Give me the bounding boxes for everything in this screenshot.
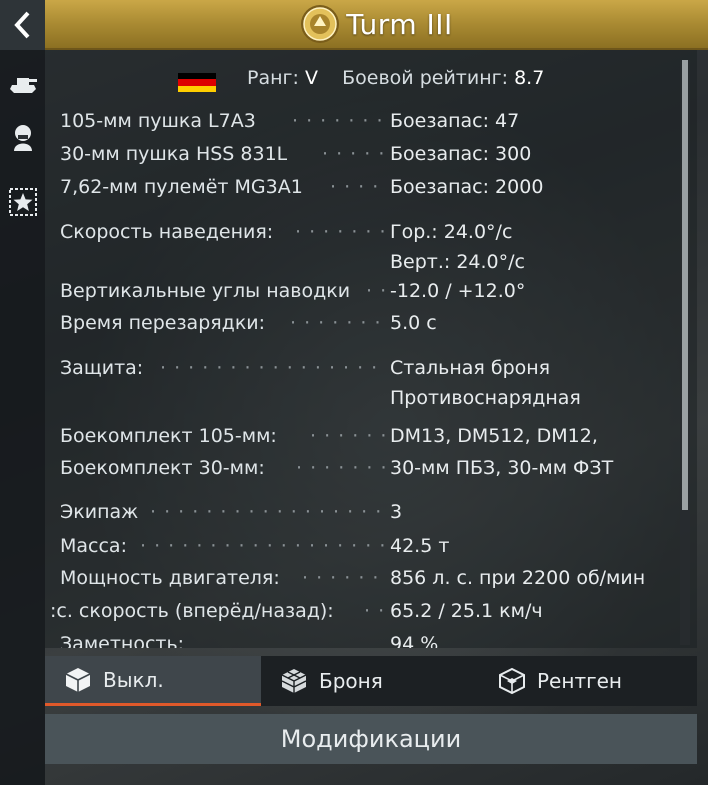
stat-value: DM13, DM512, DM12, [390, 425, 598, 447]
rank-info: Ранг: V Боевой рейтинг: 8.7 [45, 63, 697, 93]
rank-label: Ранг: [247, 67, 299, 89]
stat-row: Время перезарядки: · · · · · · · · · · ·… [60, 312, 437, 334]
sidebar [0, 0, 45, 785]
stat-row: Противоснарядная [60, 387, 690, 417]
stat-label: 7,62-мм пулемёт MG3A1 [60, 176, 303, 198]
back-button[interactable] [0, 0, 45, 50]
stat-value: Стальная броня [390, 357, 551, 379]
stat-row: Экипаж · · · · · · · · · · · · · · · · ·… [60, 501, 403, 523]
stat-value: Гор.: 24.0°/с [390, 221, 513, 243]
battle-rating-value: 8.7 [514, 67, 545, 89]
vehicle-name: Turm III [346, 7, 453, 41]
stat-value: Верт.: 24.0°/с [390, 251, 525, 273]
tab-off[interactable]: Выкл. [45, 656, 261, 706]
cube-icon [65, 667, 91, 692]
tab-xray[interactable]: Рентген [497, 656, 697, 706]
stat-label: 105-мм пушка L7A3 [60, 110, 256, 132]
stat-value: Боезапас: 300 [390, 143, 532, 165]
sidebar-item-vehicle[interactable] [0, 62, 45, 102]
stat-value: 65.2 / 25.1 км/ч [390, 600, 543, 622]
tab-armor-label: Броня [319, 669, 383, 693]
stat-row: Мощность двигателя: · · · · · · · · · · … [60, 567, 646, 589]
stat-label: Вертикальные углы наводки [60, 280, 351, 302]
stat-value: Боезапас: 2000 [390, 176, 544, 198]
stat-value: -12.0 / +12.0° [390, 280, 526, 302]
stat-value: 42.5 т [390, 535, 450, 557]
sidebar-item-achievements[interactable] [0, 182, 45, 222]
stat-label: Боекомплект 30-мм: [60, 457, 265, 479]
chevron-left-icon [13, 11, 29, 39]
tab-off-label: Выкл. [103, 667, 164, 692]
stat-value: 3 [390, 501, 403, 523]
stat-row: 30-мм пушка HSS 831L · · · · · · · · Бое… [60, 143, 532, 165]
scrollbar-thumb[interactable] [682, 60, 688, 510]
stat-row: Заметность: 94 % [60, 633, 690, 648]
stat-row: Масса: · · · · · · · · · · · · · · · · ·… [60, 535, 450, 557]
stat-row: Защита: · · · · · · · · · · · · · · · · … [60, 357, 551, 379]
stat-value: 5.0 с [390, 312, 437, 334]
stat-row: Скорость наведения: · · · · · · · · · · … [60, 221, 513, 243]
stat-label: :с. скорость (вперёд/назад): [50, 600, 334, 622]
stat-label: Масса: [60, 535, 127, 557]
stat-label: 30-мм пушка HSS 831L [60, 143, 288, 165]
tank-icon [9, 78, 37, 93]
tab-xray-label: Рентген [537, 669, 622, 693]
stat-label: Мощность двигателя: [60, 567, 280, 589]
tab-armor[interactable]: Броня [279, 656, 479, 706]
rank-value: V [304, 67, 318, 89]
modifications-button-label: Модификации [280, 725, 462, 753]
stat-row: 7,62-мм пулемёт MG3A1 · · · · · · · Боез… [60, 176, 544, 198]
stat-value: 30-мм ПБЗ, 30-мм ФЗТ [390, 457, 614, 479]
stat-value: 94 % [390, 633, 439, 648]
rank-medal-icon [301, 5, 340, 43]
stat-row: :с. скорость (вперёд/назад): · · 65.2 / … [50, 600, 543, 622]
view-mode-tabs: Выкл. Броня Рентген [45, 656, 697, 706]
sidebar-item-crew[interactable] [0, 118, 45, 158]
country-flag-germany [178, 73, 216, 92]
vehicle-title-bar: Turm III [45, 0, 708, 50]
stat-row: Вертикальные углы наводки · · -12.0 / +1… [60, 280, 526, 302]
stat-label: Время перезарядки: [60, 312, 266, 334]
battle-rating-label: Боевой рейтинг: [342, 67, 509, 89]
stat-row: Верт.: 24.0°/с [60, 251, 690, 281]
modifications-button[interactable]: Модификации [45, 714, 697, 764]
stat-value: Боезапас: 47 [390, 110, 520, 132]
stat-value: Противоснарядная [390, 387, 581, 409]
xray-cube-icon [499, 667, 525, 695]
armor-cube-icon [281, 669, 307, 693]
stat-row: Боекомплект 105-мм: · · · · · · · · · · … [60, 425, 598, 447]
stat-row: 105-мм пушка L7A3 · · · · · · · · · · · … [60, 110, 520, 132]
stat-row: Боекомплект 30-мм: · · · · · · · · · · ·… [60, 457, 614, 479]
stat-label: Экипаж [60, 501, 139, 523]
stat-value: 856 л. с. при 2200 об/мин [390, 567, 646, 589]
stat-label: Заметность: [60, 633, 185, 648]
stat-label: Боекомплект 105-мм: [60, 425, 277, 447]
stat-label: Скорость наведения: [60, 221, 274, 243]
star-badge-icon [8, 188, 37, 216]
stats-scrollbar[interactable] [680, 60, 690, 645]
stat-label: Защита: [60, 357, 144, 379]
crew-helmet-icon [13, 125, 32, 151]
